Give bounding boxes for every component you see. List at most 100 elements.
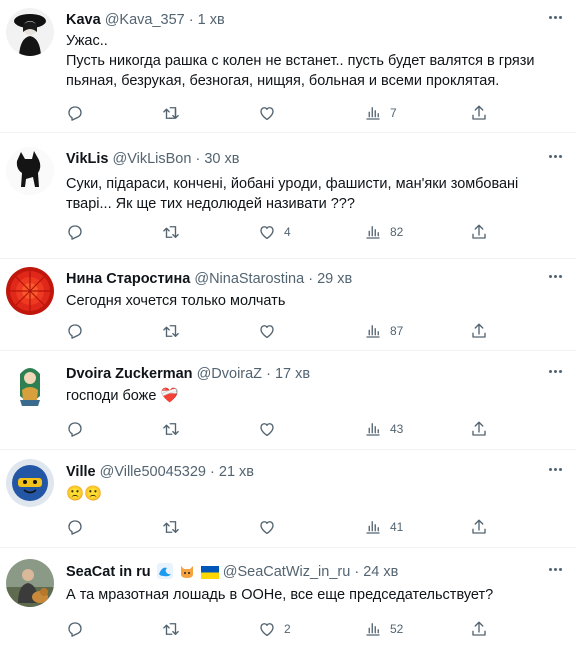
tweet-actions: 87 [66, 321, 516, 341]
like-count: 2 [284, 622, 291, 636]
display-name[interactable]: Нина Старостина [66, 271, 190, 287]
tweet-header: Dvoira Zuckerman @DvoiraZ · 17 хв [66, 365, 310, 383]
share-button[interactable] [470, 321, 488, 341]
views-icon [366, 521, 380, 534]
retweet-button[interactable] [162, 321, 180, 341]
display-name[interactable]: SeaCat in ru [66, 564, 151, 580]
timestamp[interactable]: 24 хв [363, 564, 398, 580]
share-icon [472, 323, 486, 338]
views-button[interactable]: 7 [364, 103, 397, 123]
reply-button[interactable] [66, 103, 84, 123]
views-count: 41 [390, 520, 404, 534]
views-button[interactable]: 41 [364, 517, 403, 537]
views-button[interactable]: 43 [364, 419, 403, 439]
retweet-icon [163, 107, 179, 119]
share-button[interactable] [470, 517, 488, 537]
timestamp[interactable]: 1 хв [198, 12, 225, 28]
reply-button[interactable] [66, 619, 84, 639]
views-button[interactable]: 52 [364, 619, 403, 639]
cat-icon [179, 563, 195, 584]
display-name[interactable]: Dvoira Zuckerman [66, 366, 193, 382]
retweet-icon [163, 423, 179, 435]
user-handle[interactable]: @SeaCatWiz_in_ru [223, 564, 351, 580]
retweet-button[interactable] [162, 419, 180, 439]
tweet-header: Ville @Ville50045329 · 21 хв [66, 463, 254, 481]
share-button[interactable] [470, 222, 488, 242]
tweet-header: Kava @Kava_357 · 1 хв [66, 11, 225, 29]
avatar[interactable] [6, 459, 54, 507]
like-button[interactable] [258, 321, 284, 341]
wave-icon [156, 563, 173, 584]
timestamp[interactable]: 17 хв [275, 366, 310, 382]
user-handle[interactable]: @Ville50045329 [100, 464, 206, 480]
more-icon[interactable] [548, 268, 566, 286]
reply-icon [68, 225, 82, 240]
tweet[interactable]: Нина Старостина @NinaStarostina · 29 хв … [0, 259, 576, 351]
like-count: 4 [284, 225, 291, 239]
like-button[interactable]: 2 [258, 619, 291, 639]
heart-icon [260, 423, 274, 437]
more-icon[interactable] [548, 363, 566, 381]
user-handle[interactable]: @Kava_357 [105, 12, 185, 28]
display-name[interactable]: Kava [66, 12, 101, 28]
like-button[interactable] [258, 103, 284, 123]
tweet[interactable]: VikLis @VikLisBon · 30 хв Суки, підараси… [0, 133, 576, 259]
reply-icon [68, 106, 82, 121]
share-button[interactable] [470, 419, 488, 439]
views-button[interactable]: 82 [364, 222, 403, 242]
reply-button[interactable] [66, 222, 84, 242]
tweet-text-line: Сегодня хочется только молчать [66, 293, 286, 309]
retweet-icon [163, 226, 179, 238]
more-icon[interactable] [548, 561, 566, 579]
timestamp[interactable]: 29 хв [317, 271, 352, 287]
tweet[interactable]: Kava @Kava_357 · 1 хв Ужас.. Пусть никог… [0, 0, 576, 133]
tweet-text-line: тварі... Як ще тих недолюдей називати ??… [66, 196, 355, 212]
user-handle[interactable]: @VikLisBon [112, 151, 191, 167]
more-icon[interactable] [548, 9, 566, 27]
retweet-button[interactable] [162, 103, 180, 123]
display-name[interactable]: Ville [66, 464, 96, 480]
share-button[interactable] [470, 619, 488, 639]
avatar[interactable] [6, 267, 54, 315]
avatar[interactable] [6, 8, 54, 56]
retweet-button[interactable] [162, 222, 180, 242]
tweet-text-line: 🙁🙁 [66, 486, 103, 502]
avatar[interactable] [6, 147, 54, 195]
separator-dot: · [195, 151, 201, 167]
like-button[interactable]: 4 [258, 222, 291, 242]
tweet-text-line: Пусть никогда рашка с колен не встанет..… [66, 53, 535, 69]
user-handle[interactable]: @DvoiraZ [197, 366, 262, 382]
timestamp[interactable]: 30 хв [204, 151, 239, 167]
avatar[interactable] [6, 559, 54, 607]
more-icon[interactable] [548, 148, 566, 166]
reply-button[interactable] [66, 321, 84, 341]
separator-dot: · [266, 366, 271, 382]
user-handle[interactable]: @NinaStarostina [194, 271, 304, 287]
tweet-actions: 41 [66, 517, 516, 537]
ukraine-flag-icon [200, 566, 219, 584]
tweet-header: SeaCat in ru @SeaCatWiz_in_ru · 24 хв [66, 563, 398, 584]
reply-icon [68, 324, 82, 339]
retweet-button[interactable] [162, 517, 180, 537]
views-icon [366, 325, 380, 338]
display-name[interactable]: VikLis [66, 151, 108, 167]
share-icon [472, 519, 486, 534]
tweet[interactable]: Ville @Ville50045329 · 21 хв 🙁🙁 41 [0, 450, 576, 548]
timestamp[interactable]: 21 хв [219, 464, 254, 480]
tweet[interactable]: SeaCat in ru @SeaCatWiz_in_ru · 24 хв А … [0, 548, 576, 647]
share-icon [472, 621, 486, 636]
more-icon[interactable] [548, 461, 566, 479]
like-button[interactable] [258, 517, 284, 537]
retweet-button[interactable] [162, 619, 180, 639]
avatar[interactable] [6, 360, 54, 408]
views-button[interactable]: 87 [364, 321, 403, 341]
reply-button[interactable] [66, 419, 84, 439]
heart-icon [260, 521, 274, 535]
like-button[interactable] [258, 419, 284, 439]
tweet[interactable]: Dvoira Zuckerman @DvoiraZ · 17 хв господ… [0, 351, 576, 450]
share-button[interactable] [470, 103, 488, 123]
tweet-actions: 2 52 [66, 619, 516, 639]
tweet-text-line: господи боже ❤️‍🩹 [66, 388, 179, 404]
reply-button[interactable] [66, 517, 84, 537]
tweet-text: А та мразотная лошадь в ООНе, все еще пр… [66, 585, 562, 605]
